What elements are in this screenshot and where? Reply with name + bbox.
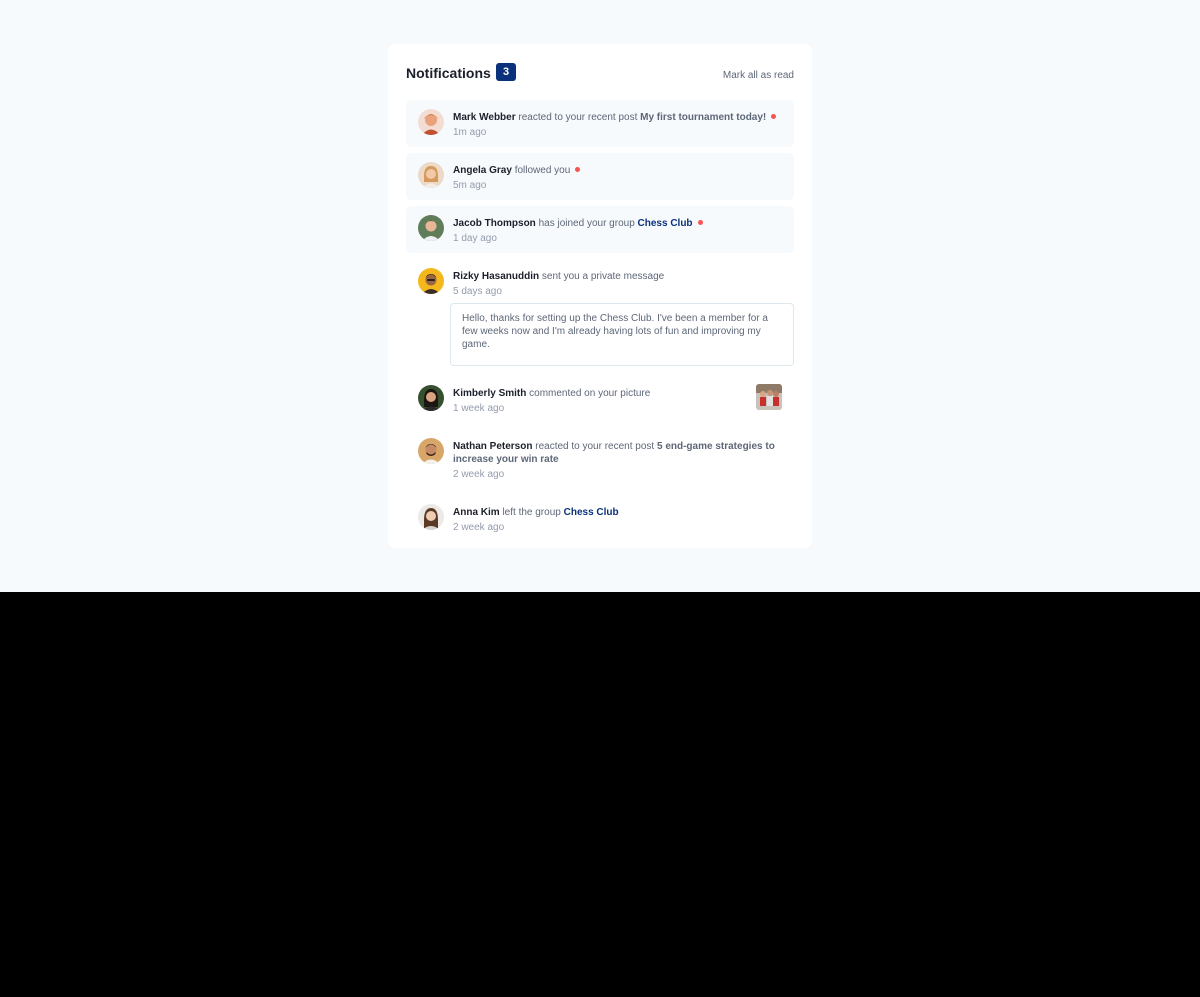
notification-text: Nathan Peterson reacted to your recent p… xyxy=(453,440,783,481)
private-message[interactable]: Hello, thanks for setting up the Chess C… xyxy=(450,303,794,366)
user-name[interactable]: Rizky Hasanuddin xyxy=(453,271,539,282)
user-name[interactable]: Anna Kim xyxy=(453,507,500,518)
notification-item[interactable]: Anna Kim left the group Chess Club 2 wee… xyxy=(406,495,794,542)
avatar[interactable] xyxy=(418,162,444,188)
action-text: reacted to your recent post xyxy=(515,112,641,123)
user-name[interactable]: Mark Webber xyxy=(453,112,516,123)
user-name[interactable]: Kimberly Smith xyxy=(453,388,526,399)
user-name[interactable]: Angela Gray xyxy=(453,165,512,176)
user-name[interactable]: Jacob Thompson xyxy=(453,218,536,229)
post-link[interactable]: My first tournament today! xyxy=(640,112,766,123)
notification-item[interactable]: Kimberly Smith commented on your picture… xyxy=(406,376,794,423)
timestamp: 2 week ago xyxy=(453,469,505,480)
unread-dot xyxy=(697,219,703,225)
avatar[interactable] xyxy=(418,215,444,241)
action-text: reacted to your recent post xyxy=(532,441,657,452)
avatar[interactable] xyxy=(418,385,444,411)
avatar[interactable] xyxy=(418,504,444,530)
notification-item[interactable]: Rizky Hasanuddin sent you a private mess… xyxy=(406,259,794,370)
unread-count-badge: 3 xyxy=(496,63,516,81)
card-header: Notifications 3 Mark all as read xyxy=(406,44,794,100)
notification-text: Kimberly Smith commented on your picture… xyxy=(453,387,783,415)
unread-dot xyxy=(575,166,581,172)
page-title: Notifications xyxy=(406,65,491,81)
timestamp: 5 days ago xyxy=(453,286,502,297)
notifications-card: Notifications 3 Mark all as read Mark We… xyxy=(388,44,812,548)
action-text: commented on your picture xyxy=(526,388,651,399)
action-text: followed you xyxy=(511,165,571,176)
unread-dot xyxy=(771,113,777,119)
user-name[interactable]: Nathan Peterson xyxy=(453,441,532,452)
notification-text: Jacob Thompson has joined your group Che… xyxy=(453,217,783,245)
notification-item[interactable]: Nathan Peterson reacted to your recent p… xyxy=(406,429,794,489)
timestamp: 1 day ago xyxy=(453,233,497,244)
avatar[interactable] xyxy=(418,109,444,135)
group-link[interactable]: Chess Club xyxy=(638,218,693,229)
action-text: sent you a private message xyxy=(539,271,665,282)
mark-all-read-button[interactable]: Mark all as read xyxy=(723,70,794,81)
timestamp: 1m ago xyxy=(453,127,487,138)
notification-text: Angela Gray followed you 5m ago xyxy=(453,164,783,192)
notification-text: Anna Kim left the group Chess Club 2 wee… xyxy=(453,506,783,534)
notification-item[interactable]: Jacob Thompson has joined your group Che… xyxy=(406,206,794,253)
notification-text: Mark Webber reacted to your recent post … xyxy=(453,111,783,139)
action-text: has joined your group xyxy=(535,218,638,229)
commented-picture-thumbnail[interactable] xyxy=(756,384,782,410)
action-text: left the group xyxy=(499,507,564,518)
timestamp: 5m ago xyxy=(453,180,487,191)
timestamp: 2 week ago xyxy=(453,522,505,533)
notification-text: Rizky Hasanuddin sent you a private mess… xyxy=(453,270,783,298)
notification-item[interactable]: Mark Webber reacted to your recent post … xyxy=(406,100,794,147)
avatar[interactable] xyxy=(418,268,444,294)
timestamp: 1 week ago xyxy=(453,403,505,414)
group-link[interactable]: Chess Club xyxy=(564,507,619,518)
avatar[interactable] xyxy=(418,438,444,464)
notification-item[interactable]: Angela Gray followed you 5m ago xyxy=(406,153,794,200)
